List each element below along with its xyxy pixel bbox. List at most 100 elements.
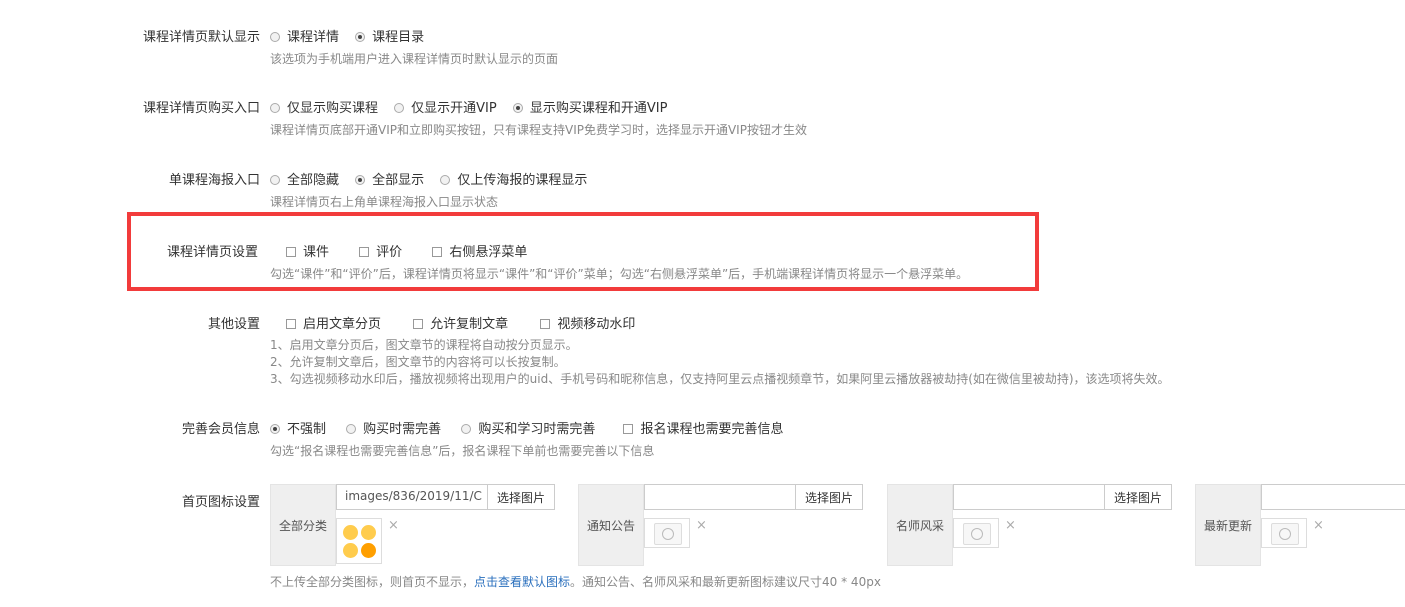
- member-info-help: 勾选“报名课程也需要完善信息”后，报名课程下单前也需要完善以下信息: [270, 444, 655, 458]
- help-text-after: 。通知公告、名师风采和最新更新图标建议尺寸40 * 40px: [570, 575, 881, 589]
- select-image-button[interactable]: 选择图片: [1104, 484, 1172, 510]
- select-image-button[interactable]: 选择图片: [795, 484, 863, 510]
- radio-circle[interactable]: [270, 424, 280, 434]
- no-image-icon: [654, 523, 682, 545]
- radio-circle[interactable]: [346, 424, 357, 434]
- radio-on-purchase-and-study[interactable]: 购买和学习时需完善: [461, 418, 595, 437]
- radio-on-purchase[interactable]: 购买时需完善: [346, 418, 441, 437]
- icon-group-latest: 最新更新 ×: [1195, 484, 1405, 566]
- option-label: 评价: [376, 245, 403, 260]
- icon-path-input[interactable]: [644, 484, 796, 510]
- option-label: 课程目录: [372, 30, 425, 45]
- member-info-options: 不强制 购买时需完善 购买和学习时需完善 报名课程也需要完善信息: [270, 418, 795, 437]
- option-label: 启用文章分页: [303, 317, 382, 332]
- category-dots-icon: [343, 525, 377, 559]
- checkbox-floating-menu[interactable]: 右侧悬浮菜单: [432, 241, 527, 260]
- other-settings-help-3: 3、勾选视频移动水印后，播放视频将出现用户的uid、手机号码和昵称信息，仅支持阿…: [270, 372, 1170, 386]
- icon-group-name: 最新更新: [1195, 484, 1261, 566]
- option-label: 显示购买课程和开通VIP: [529, 101, 668, 116]
- detail-default-options: 课程详情 课程目录: [270, 26, 436, 45]
- option-label: 仅显示购买课程: [287, 101, 379, 116]
- icon-path-input[interactable]: [953, 484, 1105, 510]
- option-label: 全部隐藏: [287, 173, 340, 188]
- dot: [343, 543, 358, 558]
- checkbox-courseware[interactable]: 课件: [286, 241, 329, 260]
- icon-group-teachers: 名师风采 选择图片 ×: [887, 484, 1177, 566]
- icon-group-all-categories: 全部分类 images/836/2019/11/C 选择图片 ×: [270, 484, 560, 566]
- radio-circle[interactable]: [270, 175, 280, 185]
- radio-circle[interactable]: [461, 424, 472, 434]
- radio-purchase-and-vip[interactable]: 显示购买课程和开通VIP: [512, 97, 668, 116]
- remove-icon[interactable]: ×: [696, 518, 707, 533]
- radio-circle[interactable]: [512, 103, 523, 113]
- radio-circle[interactable]: [270, 103, 280, 113]
- icon-group-notice: 通知公告 选择图片 ×: [578, 484, 868, 566]
- option-label: 购买和学习时需完善: [478, 422, 596, 437]
- option-label: 全部显示: [372, 173, 425, 188]
- radio-show-all[interactable]: 全部显示: [355, 169, 424, 188]
- checkbox-enroll-info[interactable]: 报名课程也需要完善信息: [623, 418, 783, 437]
- radio-circle[interactable]: [355, 175, 366, 185]
- icon-path-input[interactable]: images/836/2019/11/C: [336, 484, 488, 510]
- radio-course-catalog[interactable]: 课程目录: [355, 26, 424, 45]
- radio-purchase-only[interactable]: 仅显示购买课程: [270, 97, 378, 116]
- checkbox-video-watermark[interactable]: 视频移动水印: [540, 313, 635, 332]
- checkbox-article-paging[interactable]: 启用文章分页: [286, 313, 381, 332]
- remove-icon[interactable]: ×: [1313, 518, 1324, 533]
- radio-vip-only[interactable]: 仅显示开通VIP: [394, 97, 497, 116]
- radio-circle[interactable]: [394, 103, 405, 113]
- icon-group-name: 全部分类: [270, 484, 336, 566]
- dot: [343, 525, 358, 540]
- radio-hide-all[interactable]: 全部隐藏: [270, 169, 339, 188]
- option-label: 报名课程也需要完善信息: [640, 422, 784, 437]
- remove-icon[interactable]: ×: [388, 518, 399, 533]
- no-image-icon: [963, 523, 991, 545]
- detail-default-help: 该选项为手机端用户进入课程详情页时默认显示的页面: [270, 52, 559, 66]
- icon-group-name: 通知公告: [578, 484, 644, 566]
- poster-entry-options: 全部隐藏 全部显示 仅上传海报的课程显示: [270, 169, 599, 188]
- purchase-entry-help: 课程详情页底部开通VIP和立即购买按钮，只有课程支持VIP免费学习时，选择显示开…: [270, 123, 807, 137]
- icon-thumbnail: [336, 518, 382, 564]
- view-default-icons-link[interactable]: 点击查看默认图标: [474, 575, 570, 589]
- icon-thumbnail: [644, 518, 690, 548]
- checkbox-box[interactable]: [432, 247, 443, 257]
- checkbox-box[interactable]: [286, 247, 296, 257]
- radio-uploaded-only[interactable]: 仅上传海报的课程显示: [440, 169, 587, 188]
- icon-thumbnail: [953, 518, 999, 548]
- dot: [361, 543, 376, 558]
- option-label: 购买时需完善: [363, 422, 442, 437]
- option-label: 右侧悬浮菜单: [449, 245, 528, 260]
- checkbox-box[interactable]: [623, 424, 634, 434]
- checkbox-box[interactable]: [413, 319, 424, 329]
- option-label: 课件: [303, 245, 330, 260]
- purchase-entry-options: 仅显示购买课程 仅显示开通VIP 显示购买课程和开通VIP: [270, 97, 679, 116]
- settings-page: 课程详情页默认显示 课程详情 课程目录 该选项为手机端用户进入课程详情页时默认显…: [0, 0, 1405, 607]
- detail-settings-help: 勾选“课件”和“评价”后，课程详情页将显示“课件”和“评价”菜单；勾选“右侧悬浮…: [270, 267, 969, 281]
- detail-settings-label: 课程详情页设置: [166, 245, 258, 260]
- radio-circle[interactable]: [270, 32, 280, 42]
- select-image-button[interactable]: 选择图片: [487, 484, 555, 510]
- option-label: 仅上传海报的课程显示: [457, 173, 588, 188]
- detail-settings-options: 课件 评价 右侧悬浮菜单: [286, 241, 539, 260]
- radio-circle[interactable]: [355, 32, 366, 42]
- icon-path-input[interactable]: [1261, 484, 1405, 510]
- option-label: 不强制: [287, 422, 327, 437]
- home-icons-help: 不上传全部分类图标，则首页不显示，点击查看默认图标。通知公告、名师风采和最新更新…: [270, 574, 881, 591]
- checkbox-box[interactable]: [540, 319, 551, 329]
- radio-course-detail[interactable]: 课程详情: [270, 26, 339, 45]
- checkbox-review[interactable]: 评价: [359, 241, 402, 260]
- checkbox-allow-copy[interactable]: 允许复制文章: [413, 313, 508, 332]
- help-text-before: 不上传全部分类图标，则首页不显示，: [270, 575, 475, 589]
- other-settings-label: 其他设置: [207, 317, 260, 332]
- icon-thumbnail: [1261, 518, 1307, 548]
- radio-not-required[interactable]: 不强制: [270, 418, 326, 437]
- icon-group-name: 名师风采: [887, 484, 953, 566]
- checkbox-box[interactable]: [359, 247, 370, 257]
- dot: [361, 525, 376, 540]
- remove-icon[interactable]: ×: [1005, 518, 1016, 533]
- member-info-label: 完善会员信息: [181, 422, 260, 437]
- checkbox-box[interactable]: [286, 319, 296, 329]
- radio-circle[interactable]: [440, 175, 451, 185]
- option-label: 课程详情: [287, 30, 340, 45]
- poster-entry-label: 单课程海报入口: [168, 173, 260, 188]
